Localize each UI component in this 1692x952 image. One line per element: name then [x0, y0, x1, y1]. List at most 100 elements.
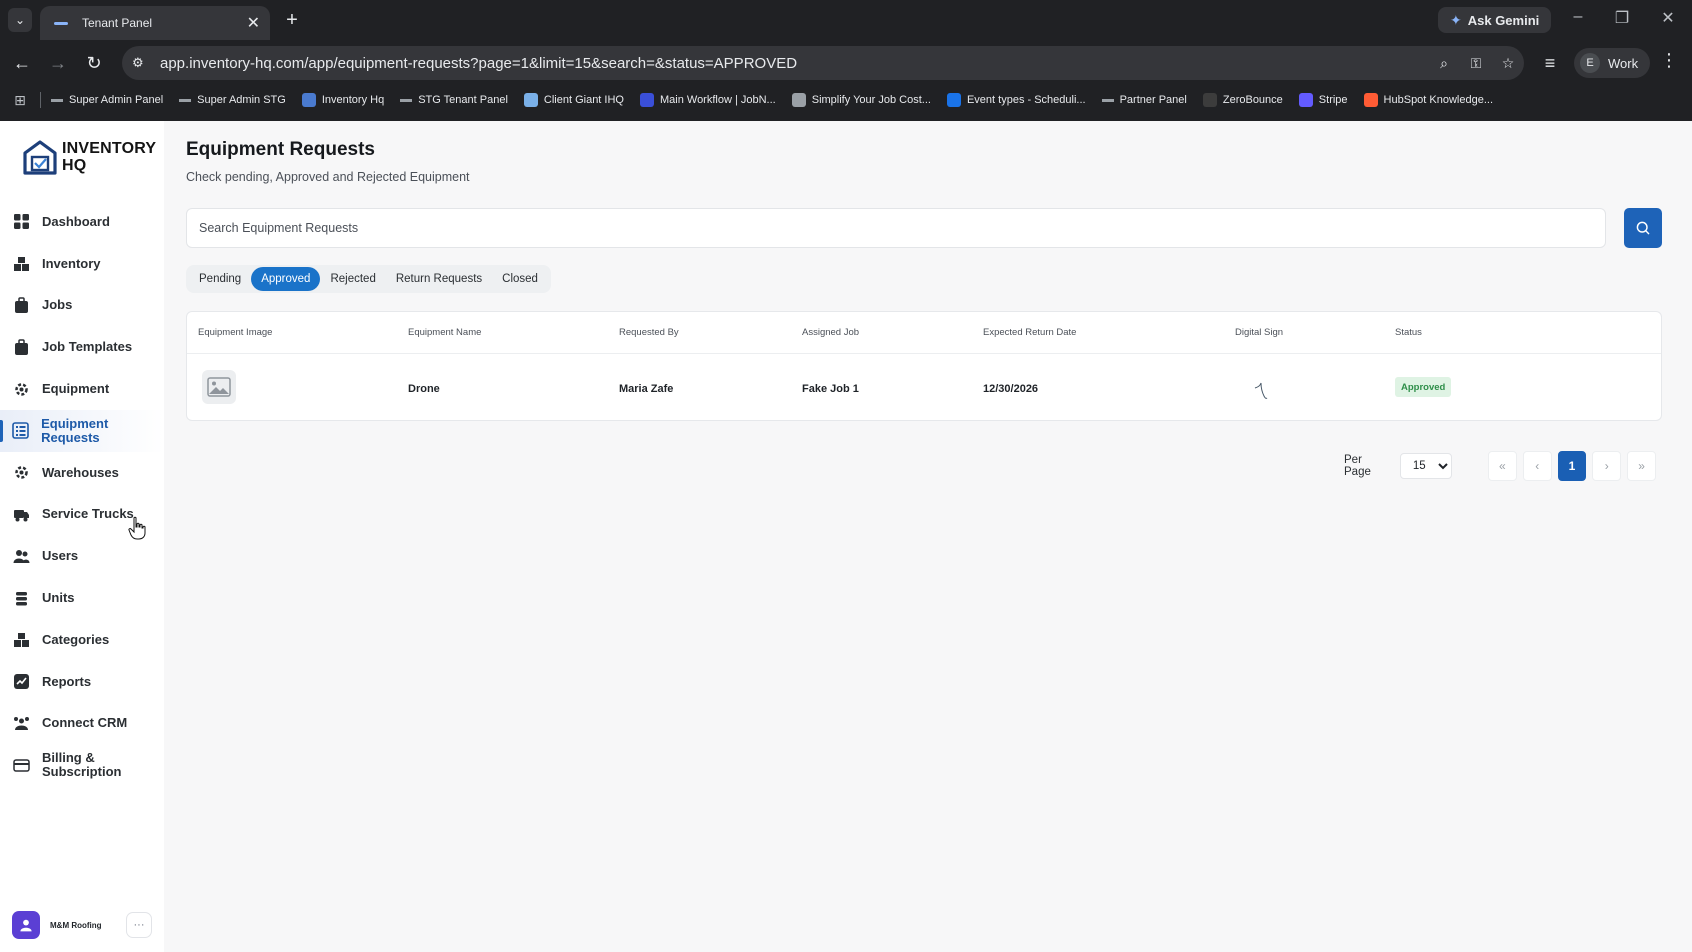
requests-table: Equipment Image Equipment Name Requested B…	[186, 311, 1662, 421]
close-tab-icon[interactable]: ✕	[247, 13, 260, 33]
bookmark-item[interactable]: STG Tenant Panel	[400, 94, 508, 106]
bookmark-favicon-icon	[301, 93, 316, 107]
crm-icon	[12, 714, 30, 732]
sidebar-item-reports[interactable]: Reports	[0, 661, 164, 703]
sidebar-nav: Dashboard Inventory Jobs Job Templates Equip…	[0, 201, 164, 786]
logo-text: INVENTORY HQ	[62, 140, 156, 174]
sidebar-item-users[interactable]: Users	[0, 535, 164, 577]
browser-tab[interactable]: Tenant Panel ✕	[40, 6, 270, 40]
sidebar-item-job-templates[interactable]: Job Templates	[0, 326, 164, 368]
column-header: Expected Return Date	[983, 327, 1077, 338]
truck-icon	[12, 505, 30, 523]
close-window-icon[interactable]: ✕	[1656, 8, 1680, 28]
search-field[interactable]	[186, 208, 1606, 248]
bookmark-item[interactable]: Event types - Scheduli...	[946, 93, 1086, 107]
password-key-icon[interactable]: ⚿	[1460, 55, 1492, 72]
forward-arrow-icon[interactable]: →	[46, 51, 70, 75]
organization-name: M&M Roofing	[50, 920, 102, 930]
url-text[interactable]: app.inventory-hq.com/app/equipment-reque…	[160, 55, 1428, 72]
bookmark-item[interactable]: Super Admin STG	[179, 94, 286, 106]
reload-icon[interactable]: ↻	[82, 51, 106, 75]
site-info-icon[interactable]: ⚙	[132, 55, 148, 71]
bookmark-item[interactable]: Partner Panel	[1101, 94, 1187, 106]
profile-avatar: E	[1580, 53, 1600, 73]
tab-search-button[interactable]: ⌄	[8, 8, 32, 32]
zoom-icon[interactable]: ⌕	[1428, 55, 1460, 72]
bookmark-favicon-icon	[523, 93, 538, 107]
bookmark-favicon-icon	[1202, 93, 1217, 107]
sidebar-item-equipment[interactable]: Equipment	[0, 368, 164, 410]
new-tab-button[interactable]: +	[280, 8, 304, 32]
tab-approved[interactable]: Approved	[251, 267, 321, 291]
sidebar-item-billing-subscription[interactable]: Billing & Subscription	[0, 744, 164, 786]
bookmark-label: Event types - Scheduli...	[966, 94, 1086, 106]
sidebar-item-label: Connect CRM	[42, 715, 128, 731]
tab-rejected[interactable]: Rejected	[320, 267, 385, 291]
restore-window-icon[interactable]: ❐	[1610, 8, 1634, 28]
previous-page-button[interactable]: ‹	[1522, 451, 1552, 481]
sidebar-item-label: Inventory	[42, 255, 101, 271]
sidebar-item-label: Job Templates	[42, 339, 133, 355]
per-page-label: Per Page	[1344, 454, 1371, 478]
sidebar-item-equipment-requests[interactable]: Equipment Requests	[0, 409, 164, 452]
first-page-button[interactable]: «	[1488, 451, 1517, 481]
bookmark-label: Partner Panel	[1119, 94, 1187, 106]
sidebar-item-warehouses[interactable]: Warehouses	[0, 452, 164, 494]
bookmark-label: Super Admin Panel	[69, 94, 164, 106]
ask-gemini-button[interactable]: ✦ Ask Gemini	[1438, 7, 1552, 33]
ask-gemini-label: Ask Gemini	[1467, 12, 1540, 28]
image-placeholder-icon	[207, 377, 231, 397]
tab-closed[interactable]: Closed	[492, 267, 548, 291]
inventory-icon	[12, 255, 30, 273]
page-button-current[interactable]: 1	[1557, 451, 1587, 481]
bookmark-star-icon[interactable]: ☆	[1492, 55, 1524, 72]
sidebar-item-connect-crm[interactable]: Connect CRM	[0, 703, 164, 745]
bookmark-item[interactable]: Client Giant IHQ	[523, 93, 624, 107]
profile-button[interactable]: E Work	[1574, 48, 1651, 78]
column-header: Digital Sign	[1235, 327, 1284, 338]
chevron-down-icon: ⌄	[14, 13, 26, 27]
bookmark-favicon-icon	[1101, 98, 1114, 102]
sidebar-item-units[interactable]: Units	[0, 577, 164, 619]
per-page-select[interactable]: 15	[1399, 453, 1452, 479]
tab-return-requests[interactable]: Return Requests	[386, 267, 492, 291]
table-header: Equipment Image Equipment Name Requested B…	[187, 312, 1661, 354]
address-bar[interactable]: ⚙ app.inventory-hq.com/app/equipment-req…	[122, 46, 1524, 80]
minimize-window-icon[interactable]: –	[1566, 8, 1590, 26]
status-badge: Approved	[1395, 377, 1452, 397]
sidebar-item-label: Jobs	[42, 297, 73, 313]
browser-toolbar: ← → ↻ ⚙ app.inventory-hq.com/app/equipme…	[0, 44, 1692, 82]
search-input[interactable]	[187, 209, 1605, 247]
bookmark-label: STG Tenant Panel	[418, 94, 508, 106]
bookmark-item[interactable]: Simplify Your Job Cost...	[791, 93, 931, 107]
reading-list-icon[interactable]: ≡	[1538, 51, 1562, 75]
plus-icon: +	[286, 8, 298, 31]
bookmark-item[interactable]: Stripe	[1298, 93, 1348, 107]
main-content: Equipment Requests Check pending, Approv…	[186, 121, 1662, 952]
sidebar-item-inventory[interactable]: Inventory	[0, 243, 164, 285]
organization-switcher[interactable]: M&M Roofing ···	[12, 910, 152, 940]
bookmark-item[interactable]: HubSpot Knowledge...	[1363, 93, 1493, 107]
tab-pending[interactable]: Pending	[189, 267, 251, 291]
apps-grid-icon[interactable]: ⊞	[0, 92, 40, 109]
search-button[interactable]	[1624, 208, 1662, 248]
last-page-button[interactable]: »	[1627, 451, 1656, 481]
bookmark-label: Main Workflow | JobN...	[659, 94, 776, 106]
more-options-icon[interactable]: ···	[126, 912, 152, 938]
sidebar-item-categories[interactable]: Categories	[0, 619, 164, 661]
bookmark-item[interactable]: Main Workflow | JobN...	[639, 93, 776, 107]
bookmark-item[interactable]: Super Admin Panel	[51, 94, 163, 106]
bookmark-item[interactable]: Inventory Hq	[301, 93, 384, 107]
sidebar-item-jobs[interactable]: Jobs	[0, 285, 164, 327]
categories-icon	[12, 631, 30, 649]
sidebar-item-dashboard[interactable]: Dashboard	[0, 201, 164, 243]
digital-signature-image	[1254, 382, 1268, 399]
sidebar-item-label: Equipment	[42, 381, 110, 397]
bookmark-item[interactable]: ZeroBounce	[1202, 93, 1283, 107]
browser-chrome: ⌄ Tenant Panel ✕ + ✦ Ask Gemini – ❐ ✕ ← …	[0, 0, 1692, 121]
app-logo[interactable]: INVENTORY HQ	[22, 139, 156, 175]
next-page-button[interactable]: ›	[1592, 451, 1622, 481]
browser-menu-icon[interactable]: ⋮	[1660, 50, 1678, 71]
sidebar-item-label: Reports	[42, 673, 92, 689]
back-arrow-icon[interactable]: ←	[10, 51, 34, 75]
